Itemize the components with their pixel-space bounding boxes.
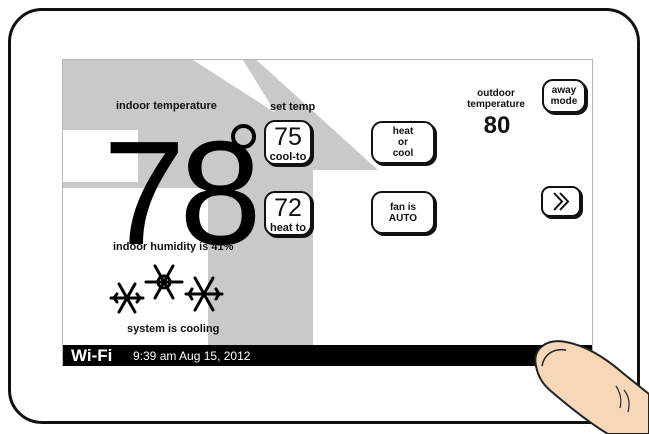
thermostat-screen: indoor temperature 78 indoor humidity is…	[62, 59, 593, 366]
cool-to-label: cool-to	[269, 151, 307, 163]
outdoor-label-line1: outdoor	[477, 88, 515, 99]
away-mode-line2: mode	[550, 96, 578, 107]
away-mode-button[interactable]: away mode	[542, 79, 586, 113]
cool-to-value: 75	[274, 123, 302, 151]
finger-icon	[534, 340, 649, 434]
heat-or-cool-line2: or	[398, 137, 408, 148]
heat-to-setpoint-button[interactable]: 72 heat to	[264, 191, 312, 236]
fan-mode-button[interactable]: fan is AUTO	[371, 191, 435, 234]
outdoor-temperature-value: 80	[483, 112, 511, 139]
indoor-humidity-text: indoor humidity is 41%	[113, 241, 234, 253]
outdoor-temperature-label: outdoor temperature	[461, 88, 531, 110]
snowflake-icon	[109, 264, 224, 314]
wifi-label: Wi-Fi	[71, 346, 113, 365]
outdoor-label-line2: temperature	[467, 99, 525, 110]
cool-to-setpoint-button[interactable]: 75 cool-to	[264, 120, 312, 165]
set-temp-label: set temp	[270, 101, 316, 113]
heat-to-label: heat to	[269, 222, 307, 234]
away-mode-line1: away	[551, 85, 577, 96]
heat-to-value: 72	[274, 194, 302, 222]
chevron-right-icon	[553, 192, 570, 211]
system-status-text: system is cooling	[127, 323, 220, 335]
date-time: 9:39 am Aug 15, 2012	[133, 349, 251, 363]
fan-mode-line1: fan is	[389, 201, 417, 213]
heat-or-cool-line1: heat	[392, 126, 414, 137]
fan-mode-line2: AUTO	[388, 212, 418, 224]
next-page-button[interactable]	[541, 186, 581, 217]
heat-or-cool-button[interactable]: heat or cool	[371, 121, 435, 164]
status-bar: Wi-Fi 9:39 am Aug 15, 2012	[63, 345, 592, 366]
degree-symbol	[231, 124, 256, 149]
heat-or-cool-line3: cool	[392, 148, 414, 159]
